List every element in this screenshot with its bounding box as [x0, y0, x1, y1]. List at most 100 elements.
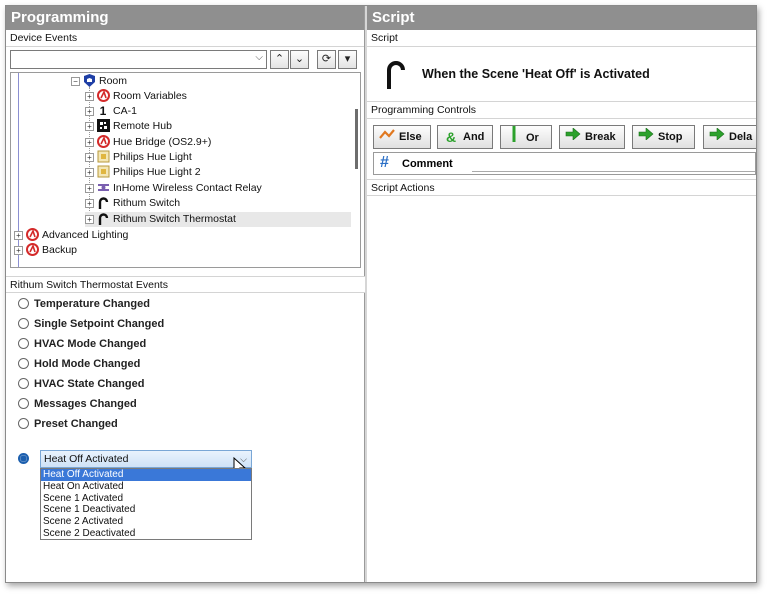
- radio-button[interactable]: [18, 338, 29, 349]
- radio-button[interactable]: [18, 298, 29, 309]
- room-icon: [82, 74, 96, 88]
- scene-select[interactable]: Heat Off Activated ⌵: [40, 450, 252, 468]
- or-button[interactable]: Or: [500, 125, 552, 149]
- radio-button[interactable]: [18, 318, 29, 329]
- tree-item-philips-hue-light-2[interactable]: + Philips Hue Light 2: [85, 165, 201, 180]
- collapse-icon[interactable]: −: [71, 76, 80, 86]
- chevron-down-icon: ⌵: [255, 52, 263, 63]
- stop-button[interactable]: Stop: [632, 125, 695, 149]
- dropdown-option[interactable]: Heat Off Activated: [41, 469, 251, 481]
- tree-item-rithum-switch-thermostat[interactable]: + Rithum Switch Thermostat: [85, 212, 351, 227]
- expand-icon[interactable]: +: [85, 198, 94, 208]
- programming-controls: Else & And Or Break Stop Dela # Comment: [367, 119, 756, 179]
- dropdown-option[interactable]: Scene 1 Activated: [41, 493, 251, 505]
- device-tree[interactable]: − Room + Room Variables +1 CA-1 + Remote Hub…: [10, 72, 361, 268]
- dropdown-option[interactable]: Heat On Activated: [41, 481, 251, 493]
- hash-icon: #: [380, 154, 389, 171]
- or-icon: [506, 126, 522, 150]
- and-icon: &: [445, 129, 457, 146]
- expand-icon[interactable]: +: [85, 91, 94, 101]
- expand-icon[interactable]: +: [85, 167, 94, 177]
- comment-control[interactable]: # Comment: [373, 152, 756, 175]
- tree-item-backup[interactable]: + Backup: [14, 243, 77, 258]
- refresh-button[interactable]: ⟳: [317, 50, 336, 69]
- event-radio-single-setpoint[interactable]: Single Setpoint Changed: [18, 316, 164, 332]
- device-search-combo[interactable]: ⌵: [10, 50, 267, 69]
- else-button[interactable]: Else: [373, 125, 431, 149]
- switch-icon: [96, 212, 110, 226]
- expand-icon[interactable]: +: [85, 137, 94, 147]
- event-radio-hvac-state[interactable]: HVAC State Changed: [18, 376, 144, 392]
- relay-icon: [96, 181, 110, 195]
- tree-item-hue-bridge[interactable]: + Hue Bridge (OS2.9+): [85, 135, 211, 150]
- event-radio-messages[interactable]: Messages Changed: [18, 396, 137, 412]
- script-trigger-text: When the Scene 'Heat Off' is Activated: [422, 67, 650, 81]
- break-button[interactable]: Break: [559, 125, 625, 149]
- delay-arrow-icon: [709, 126, 725, 148]
- tree-item-rithum-switch[interactable]: + Rithum Switch: [85, 196, 180, 211]
- script-trigger[interactable]: When the Scene 'Heat Off' is Activated: [367, 47, 756, 102]
- tree-item-contact-relay[interactable]: + InHome Wireless Contact Relay: [85, 181, 262, 196]
- light-icon: [96, 150, 110, 164]
- move-up-button[interactable]: ⌃: [270, 50, 289, 69]
- event-radio-temperature[interactable]: Temperature Changed: [18, 296, 150, 312]
- backup-icon: [25, 243, 39, 257]
- scene-select-value: Heat Off Activated: [44, 453, 129, 465]
- event-radio-preset[interactable]: Preset Changed: [18, 416, 118, 432]
- dropdown-option[interactable]: Scene 2 Activated: [41, 516, 251, 528]
- expand-icon[interactable]: +: [85, 106, 94, 116]
- move-down-button[interactable]: ⌄: [290, 50, 309, 69]
- break-arrow-icon: [565, 126, 581, 148]
- filter-button[interactable]: ▾: [338, 50, 357, 69]
- radio-button[interactable]: [18, 418, 29, 429]
- switch-icon: [96, 196, 110, 210]
- else-icon: [379, 126, 395, 148]
- radio-button-selected[interactable]: [18, 453, 29, 464]
- programming-pane: Programming Device Events ⌵ ⌃ ⌄ ⟳ ▾ − Roo…: [6, 6, 365, 582]
- radio-button[interactable]: [18, 358, 29, 369]
- ca1-icon: 1: [99, 104, 107, 119]
- tree-item-remote-hub[interactable]: + Remote Hub: [85, 119, 172, 134]
- light-icon: [96, 165, 110, 179]
- tree-scrollbar-thumb[interactable]: [355, 109, 358, 169]
- script-actions-label: Script Actions: [367, 179, 756, 196]
- scene-dropdown-list[interactable]: Heat Off Activated Heat On Activated Sce…: [40, 468, 252, 540]
- script-title: Script: [367, 6, 756, 30]
- refresh-icon: ⟳: [321, 53, 332, 65]
- switch-icon: [387, 61, 405, 89]
- delay-button[interactable]: Dela: [703, 125, 756, 149]
- expand-icon[interactable]: +: [85, 183, 94, 193]
- stop-arrow-icon: [638, 126, 654, 148]
- chevron-up-icon: ⌃: [274, 53, 285, 65]
- expand-icon[interactable]: +: [14, 230, 23, 240]
- expand-icon[interactable]: +: [85, 121, 94, 131]
- device-events-label: Device Events: [6, 30, 364, 47]
- script-label: Script: [367, 30, 756, 47]
- device-toolbar: ⌵ ⌃ ⌄ ⟳ ▾: [6, 47, 364, 71]
- dropdown-option[interactable]: Scene 1 Deactivated: [41, 504, 251, 516]
- lighting-icon: [25, 228, 39, 242]
- event-radio-hold-mode[interactable]: Hold Mode Changed: [18, 356, 140, 372]
- radio-button[interactable]: [18, 378, 29, 389]
- dropdown-option[interactable]: Scene 2 Deactivated: [41, 528, 251, 540]
- tree-item-room-variables[interactable]: + Room Variables: [85, 89, 187, 104]
- tree-item-philips-hue-light[interactable]: + Philips Hue Light: [85, 150, 192, 165]
- comment-field[interactable]: [472, 156, 755, 172]
- expand-icon[interactable]: +: [85, 214, 94, 224]
- tree-item-ca1[interactable]: +1 CA-1: [85, 104, 137, 119]
- tree-item-room[interactable]: − Room: [71, 74, 127, 89]
- expand-icon[interactable]: +: [14, 245, 23, 255]
- programming-title: Programming: [6, 6, 364, 30]
- expand-icon[interactable]: +: [85, 152, 94, 162]
- chevron-down-icon: ⌄: [294, 53, 305, 65]
- tree-item-advanced-lighting[interactable]: + Advanced Lighting: [14, 228, 128, 243]
- and-button[interactable]: & And: [437, 125, 493, 149]
- hue-bridge-icon: [96, 135, 110, 149]
- radio-button[interactable]: [18, 398, 29, 409]
- comment-label: Comment: [402, 158, 453, 170]
- event-radio-hvac-mode[interactable]: HVAC Mode Changed: [18, 336, 146, 352]
- filter-icon: ▾: [344, 53, 351, 65]
- event-radio-scene[interactable]: [18, 451, 34, 467]
- events-label: Rithum Switch Thermostat Events: [6, 276, 365, 293]
- script-actions-area[interactable]: [367, 196, 756, 576]
